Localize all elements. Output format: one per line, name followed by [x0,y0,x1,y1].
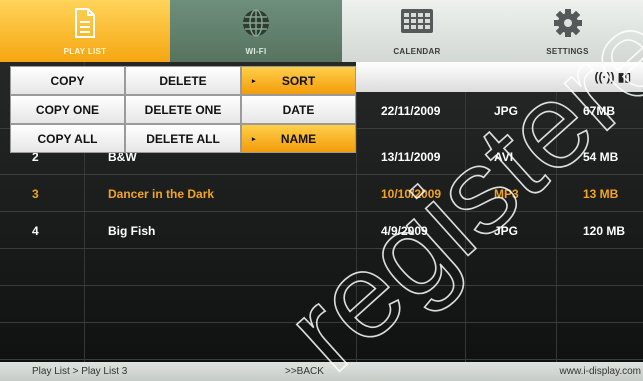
breadcrumb[interactable]: Play List > Play List 3 [32,366,127,377]
menu-item-copy-all[interactable]: COPY ALL [10,124,125,153]
menu-item-copy[interactable]: COPY [10,66,125,95]
calendar-icon [401,9,433,33]
tab-settings[interactable]: SETTINGS [492,0,643,62]
row-title: Dancer in the Dark [108,187,215,201]
table-row-selected[interactable]: 3 Dancer in the Dark 10/10/2009 MP3 13 M… [0,175,643,212]
tab-wifi[interactable]: WI-FI [170,0,342,62]
menu-item-sort[interactable]: ▸ SORT [241,66,356,95]
tab-label: PLAY LIST [63,47,107,56]
back-button[interactable]: >>BACK [285,366,324,377]
row-date: 22/11/2009 [381,104,441,118]
globe-icon [243,9,269,37]
table-row-empty [0,249,643,286]
tab-bar: PLAY LIST WI-FI CALENDAR SETTINGS [0,0,643,62]
signal-battery-icon: ((·)) ▮▯ [594,70,631,84]
menu-item-label: SORT [281,73,316,88]
row-type: JPG [494,224,519,238]
tab-label: WI-FI [245,47,267,56]
table-row-empty [0,323,643,360]
table-row[interactable]: 4 Big Fish 4/9/2009 JPG 120 MB [0,212,643,249]
website-label: www.i-display.com [559,366,642,377]
row-size: 67MB [583,104,616,118]
row-size: 13 MB [583,187,619,201]
device-screen: PLAY LIST WI-FI CALENDAR SETTINGS 22/11/… [0,0,643,381]
menu-item-delete-one[interactable]: DELETE ONE [125,95,241,124]
menu-item-name[interactable]: ▸ NAME [241,124,356,153]
tab-playlist[interactable]: PLAY LIST [0,0,170,62]
menu-item-date[interactable]: DATE [241,95,356,124]
menu-item-label: NAME [280,131,317,146]
row-number: 4 [32,224,39,238]
row-date: 4/9/2009 [381,224,428,238]
arrow-right-icon: ▸ [252,77,256,85]
document-icon [75,8,95,38]
arrow-right-icon: ▸ [252,135,256,143]
tab-calendar[interactable]: CALENDAR [342,0,492,62]
status-bar: ((·)) ▮▯ [356,62,643,92]
row-date: 10/10/2009 [381,187,442,201]
menu-item-delete[interactable]: DELETE [125,66,241,95]
tab-label: CALENDAR [393,47,441,56]
row-size: 120 MB [583,224,626,238]
table-row-empty [0,286,643,323]
menu-item-copy-one[interactable]: COPY ONE [10,95,125,124]
tab-label: SETTINGS [546,47,589,56]
gear-icon [553,9,582,37]
menu-item-delete-all[interactable]: DELETE ALL [125,124,241,153]
row-type: JPG [494,104,519,118]
row-size: 54 MB [583,150,619,164]
row-number: 3 [32,187,39,201]
row-type: AVI [494,150,514,164]
row-title: Big Fish [108,224,156,238]
row-type: MP3 [494,187,519,201]
row-date: 13/11/2009 [381,150,441,164]
bottom-bar: Play List > Play List 3 >>BACK www.i-dis… [0,362,643,381]
